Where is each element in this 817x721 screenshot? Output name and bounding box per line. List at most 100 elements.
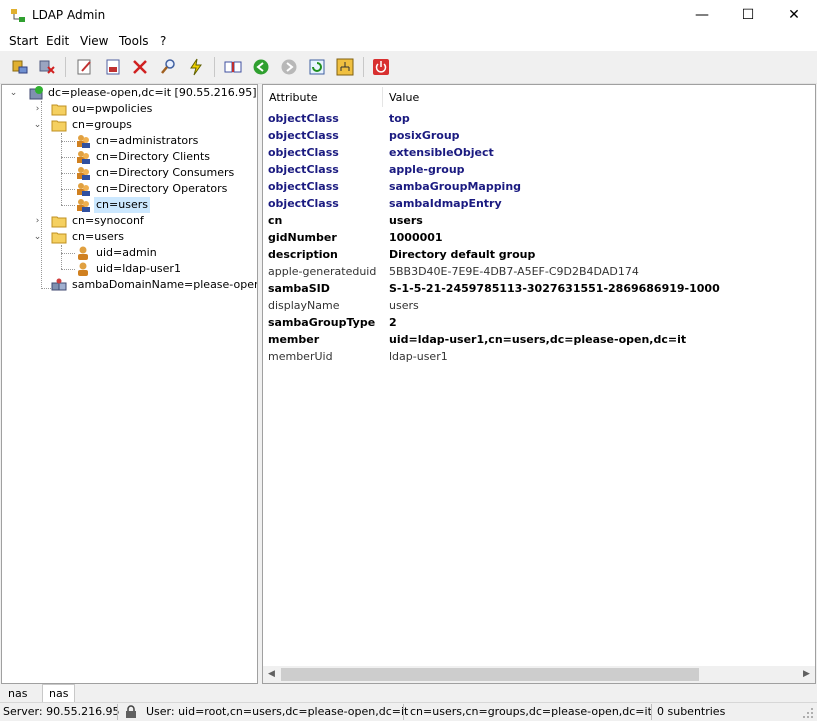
attribute-row[interactable]: objectClass sambaGroupMapping	[263, 178, 815, 195]
connection-tabs: nas nas	[0, 684, 817, 702]
tree-guide-line	[41, 288, 51, 289]
properties-button[interactable]	[103, 57, 123, 77]
status-divider	[403, 704, 404, 720]
attribute-name: sambaGroupType	[268, 316, 376, 329]
attribute-row[interactable]: objectClass top	[263, 110, 815, 127]
scrollbar-thumb[interactable]	[281, 668, 699, 681]
maximize-button[interactable]: ☐	[725, 0, 771, 31]
expand-chevron-icon[interactable]: ›	[33, 217, 42, 226]
tree-guide-line	[61, 141, 75, 142]
attribute-row[interactable]: objectClass extensibleObject	[263, 144, 815, 161]
tree-guide-line	[61, 173, 75, 174]
attribute-name: objectClass	[268, 129, 339, 142]
tree-guide-line	[61, 253, 75, 254]
power-icon	[373, 59, 389, 75]
status-subentries: 0 subentries	[657, 705, 726, 718]
collapse-chevron-icon[interactable]: ⌄	[9, 89, 18, 98]
menu-view[interactable]: View	[80, 34, 108, 48]
attribute-name: displayName	[268, 299, 340, 312]
delete-button[interactable]	[130, 57, 150, 77]
attribute-value: uid=ldap-user1,cn=users,dc=please-open,d…	[389, 333, 687, 346]
search-icon	[161, 59, 175, 74]
book-icon	[224, 61, 242, 73]
exit-button[interactable]	[371, 57, 391, 77]
attribute-row[interactable]: sambaGroupType 2	[263, 314, 815, 331]
attribute-name: objectClass	[268, 112, 339, 125]
attribute-name: cn	[268, 214, 283, 227]
folder-icon	[51, 232, 67, 244]
attribute-row[interactable]: description Directory default group	[263, 246, 815, 263]
attribute-row[interactable]: sambaSID S-1-5-21-2459785113-3027631551-2…	[263, 280, 815, 297]
collapse-chevron-icon[interactable]: ⌄	[33, 233, 42, 242]
toolbar-separator	[65, 57, 66, 77]
column-header-value[interactable]: Value	[389, 91, 419, 104]
attribute-value: 1000001	[389, 231, 443, 244]
resize-grip-icon[interactable]	[803, 708, 814, 719]
scroll-right-arrow-icon[interactable]: ▶	[798, 666, 815, 683]
forward-button[interactable]	[279, 57, 299, 77]
tree-guide-line	[61, 205, 75, 206]
search-button[interactable]	[158, 57, 178, 77]
attribute-list[interactable]: Attribute Value objectClass top objectClas…	[262, 84, 816, 684]
refresh-button[interactable]	[307, 57, 327, 77]
attribute-name: sambaSID	[268, 282, 330, 295]
collapse-chevron-icon[interactable]: ⌄	[33, 121, 42, 130]
tab-nas-2[interactable]: nas	[42, 684, 76, 702]
quick-action-button[interactable]	[186, 57, 206, 77]
menu-start[interactable]: Start	[9, 34, 38, 48]
ldap-admin-app-icon	[11, 9, 25, 22]
tree-guide-line	[61, 133, 62, 205]
attribute-row[interactable]: apple-generateduid 5BB3D40E-7E9E-4DB7-A5E…	[263, 263, 815, 280]
directory-tree[interactable]: ⌄ dc=please-open,dc=it [90.55.216.95] › …	[1, 84, 258, 684]
edit-entry-button[interactable]	[75, 57, 95, 77]
toolbar	[0, 51, 817, 84]
menu-tools[interactable]: Tools	[119, 34, 149, 48]
attribute-row[interactable]: member uid=ldap-user1,cn=users,dc=please-…	[263, 331, 815, 348]
close-button[interactable]: ✕	[771, 0, 817, 31]
tree-icon	[336, 58, 354, 76]
group-icon	[77, 135, 90, 148]
minimize-button[interactable]: —	[679, 0, 725, 31]
attribute-row[interactable]: displayName users	[263, 297, 815, 314]
attribute-row[interactable]: objectClass sambaIdmapEntry	[263, 195, 815, 212]
scroll-left-arrow-icon[interactable]: ◀	[263, 666, 280, 683]
status-divider	[651, 704, 652, 720]
schema-button[interactable]	[223, 57, 243, 77]
attribute-row[interactable]: memberUid ldap-user1	[263, 348, 815, 365]
attribute-row[interactable]: objectClass apple-group	[263, 161, 815, 178]
disconnect-icon	[39, 60, 55, 74]
tree-guide-line	[61, 157, 75, 158]
tree-guide-line	[61, 189, 75, 190]
attribute-value: top	[389, 112, 410, 125]
attribute-value: sambaIdmapEntry	[389, 197, 502, 210]
menu-help[interactable]: ?	[160, 34, 166, 48]
menu-bar: Start Edit View Tools ?	[0, 31, 817, 51]
disconnect-button[interactable]	[37, 57, 57, 77]
attribute-value: S-1-5-21-2459785113-3027631551-286968691…	[389, 282, 720, 295]
tree-view-button[interactable]	[335, 57, 355, 77]
attribute-row[interactable]: objectClass posixGroup	[263, 127, 815, 144]
status-bar: Server: 90.55.216.95 User: uid=root,cn=u…	[0, 702, 817, 721]
pencil-icon	[77, 59, 91, 75]
column-divider[interactable]	[382, 87, 383, 107]
back-button[interactable]	[251, 57, 271, 77]
attribute-row[interactable]: gidNumber 1000001	[263, 229, 815, 246]
expand-chevron-icon[interactable]: ›	[33, 105, 42, 114]
toolbar-separator	[363, 57, 364, 77]
horizontal-scrollbar[interactable]: ◀ ▶	[263, 666, 815, 683]
connect-button[interactable]	[10, 57, 30, 77]
attribute-value: ldap-user1	[389, 350, 448, 363]
title-bar: LDAP Admin — ☐ ✕	[0, 0, 817, 31]
status-dn: cn=users,cn=groups,dc=please-open,dc=it	[410, 705, 652, 718]
delete-x-icon	[133, 60, 147, 74]
column-header-attribute[interactable]: Attribute	[269, 91, 318, 104]
menu-edit[interactable]: Edit	[46, 34, 69, 48]
attribute-row[interactable]: cn users	[263, 212, 815, 229]
user-icon	[78, 246, 88, 260]
attribute-name: gidNumber	[268, 231, 337, 244]
attribute-value: 5BB3D40E-7E9E-4DB7-A5EF-C9D2B4DAD174	[389, 265, 639, 278]
attribute-value: users	[389, 214, 423, 227]
attribute-value: posixGroup	[389, 129, 460, 142]
group-icon	[77, 199, 90, 212]
tab-nas-1[interactable]: nas	[2, 685, 33, 702]
